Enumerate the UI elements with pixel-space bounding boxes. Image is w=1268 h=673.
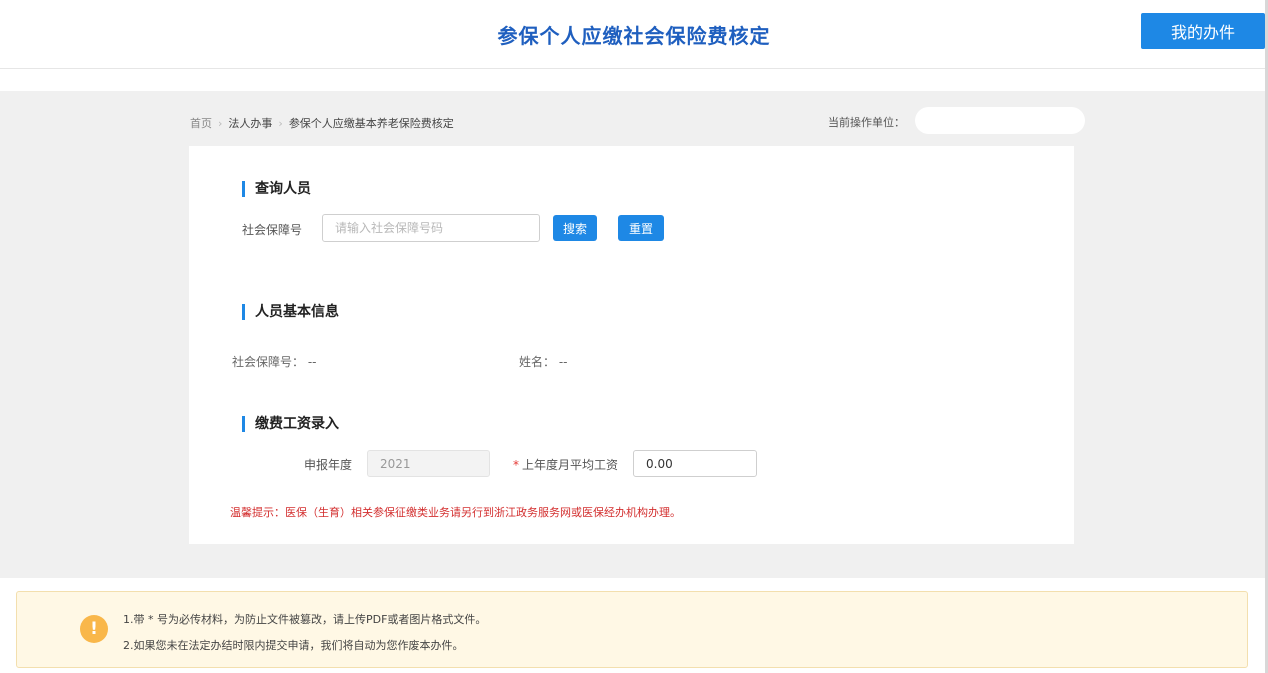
avg-wage-label: * 上年度月平均工资 xyxy=(513,456,618,473)
breadcrumb-legal-affairs[interactable]: 法人办事 xyxy=(228,115,272,131)
info-ssn: 社会保障号： -- xyxy=(232,353,317,370)
breadcrumb-separator-icon: › xyxy=(278,116,283,130)
section-title-wage: 缴费工资录入 xyxy=(242,416,339,432)
required-mark: * xyxy=(513,458,519,472)
notice-line-1: 1.带 * 号为必传材料，为防止文件被篡改，请上传PDF或者图片格式文件。 xyxy=(123,613,487,626)
exclamation-icon: ! xyxy=(80,615,108,643)
info-ssn-value: -- xyxy=(307,355,317,369)
breadcrumb-current-page: 参保个人应缴基本养老保险费核定 xyxy=(288,117,454,130)
section-title-basic-info: 人员基本信息 xyxy=(242,304,339,320)
info-name-label: 姓名： xyxy=(519,355,556,369)
ssn-search-input[interactable] xyxy=(322,214,540,242)
avg-wage-label-text: 上年度月平均工资 xyxy=(522,458,619,472)
avg-wage-input[interactable] xyxy=(633,450,757,477)
ssn-search-label: 社会保障号 xyxy=(242,223,303,237)
reset-button[interactable]: 重置 xyxy=(618,215,664,241)
info-ssn-label: 社会保障号： xyxy=(232,355,305,369)
page-header: 参保个人应缴社会保险费核定 我的办件 xyxy=(0,0,1268,69)
breadcrumb-home[interactable]: 首页 xyxy=(190,115,212,131)
declare-year-label: 申报年度 xyxy=(304,458,353,472)
breadcrumb: 首页 › 法人办事 › 参保个人应缴基本养老保险费核定 xyxy=(190,115,454,131)
notice-line-2: 2.如果您未在法定办结时限内提交申请，我们将自动为您作废本办件。 xyxy=(123,639,464,652)
notice-box: ! 1.带 * 号为必传材料，为防止文件被篡改，请上传PDF或者图片格式文件。 … xyxy=(16,591,1248,668)
declare-year-input xyxy=(367,450,490,477)
operating-unit-value xyxy=(915,107,1085,134)
my-tasks-button[interactable]: 我的办件 xyxy=(1141,13,1265,49)
form-card: 查询人员 社会保障号 搜索 重置 人员基本信息 社会保障号： -- 姓名： --… xyxy=(189,146,1074,544)
operating-unit-label: 当前操作单位： xyxy=(828,116,905,129)
section-title-query: 查询人员 xyxy=(242,181,311,197)
page-title: 参保个人应缴社会保险费核定 xyxy=(497,24,771,48)
info-name: 姓名： -- xyxy=(519,353,568,370)
info-name-value: -- xyxy=(558,355,568,369)
search-button[interactable]: 搜索 xyxy=(553,215,597,241)
breadcrumb-separator-icon: › xyxy=(218,116,223,130)
warning-tip: 温馨提示：医保（生育）相关参保征缴类业务请另行到浙江政务服务网或医保经办机构办理… xyxy=(230,506,681,519)
